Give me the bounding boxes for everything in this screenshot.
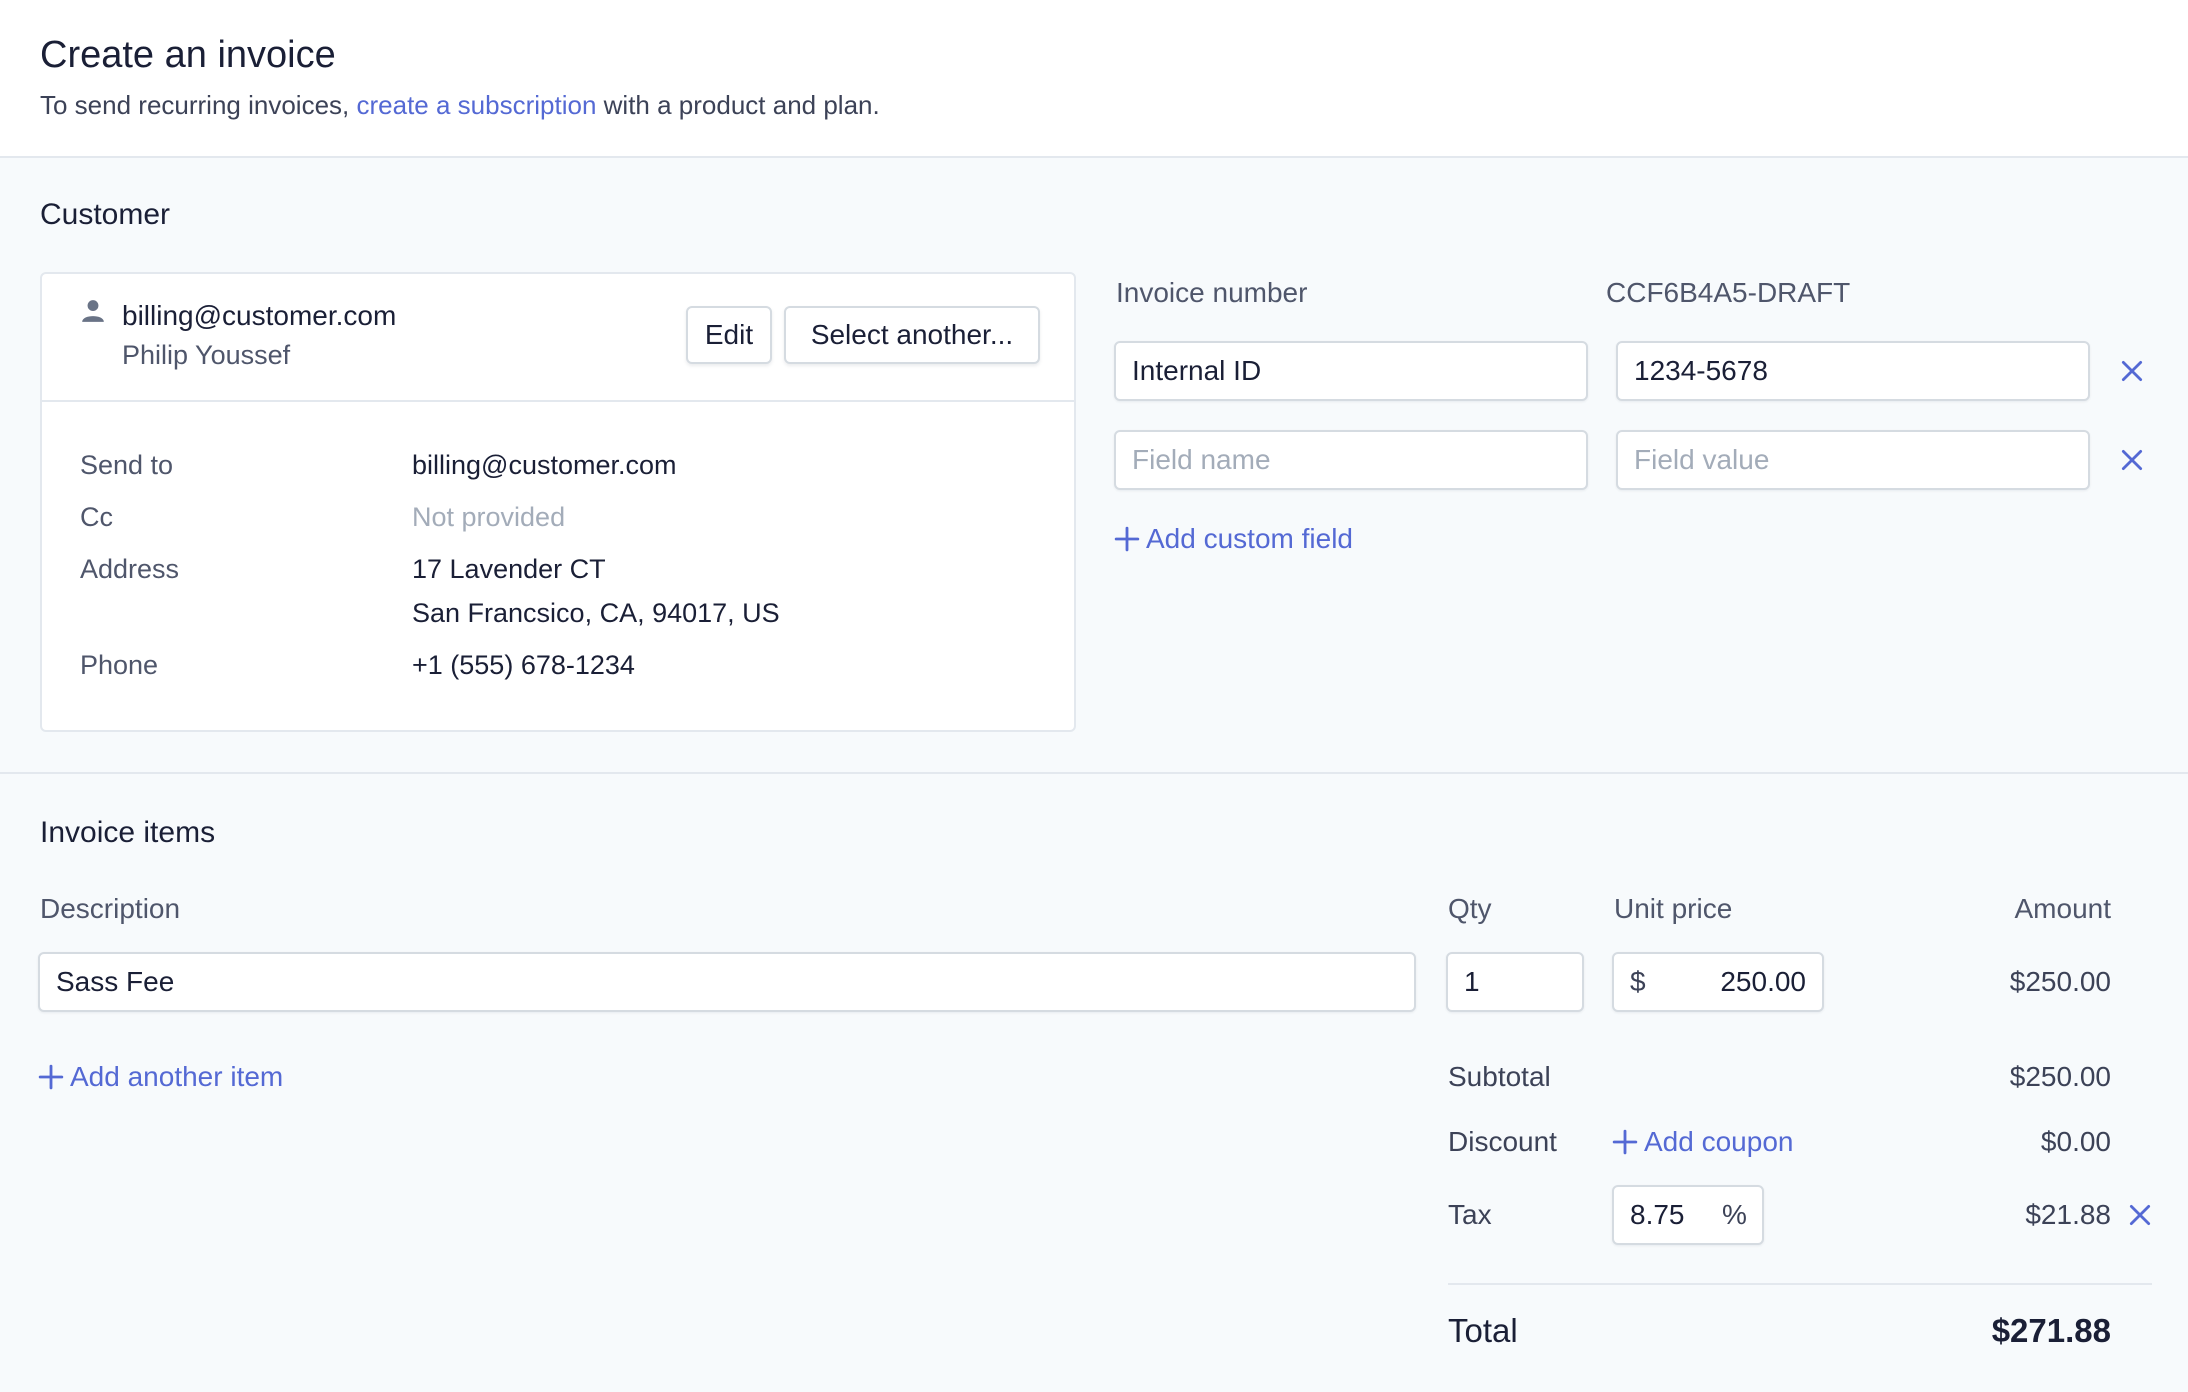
- qty-column-header: Qty: [1448, 893, 1492, 924]
- invoice-number-value: CCF6B4A5-DRAFT: [1606, 277, 1851, 308]
- customer-email: billing@customer.com: [122, 300, 397, 331]
- phone-value: +1 (555) 678-1234: [412, 650, 635, 680]
- page-subtitle: To send recurring invoices, create a sub…: [40, 90, 880, 121]
- unit-price-column-header: Unit price: [1614, 893, 1733, 924]
- amount-column-header: Amount: [2014, 893, 2112, 924]
- subtotal-value: $250.00: [2009, 1061, 2111, 1092]
- item-description-input[interactable]: [38, 952, 1416, 1012]
- tax-label: Tax: [1448, 1199, 1492, 1230]
- add-custom-field-label: Add custom field: [1146, 523, 1353, 554]
- person-icon: [82, 300, 104, 322]
- item-amount: $250.00: [2009, 966, 2111, 997]
- plus-icon: [38, 1064, 64, 1090]
- discount-value: $0.00: [2040, 1126, 2111, 1157]
- custom-field-value-input[interactable]: [1616, 430, 2090, 490]
- invoice-items-section-title: Invoice items: [40, 816, 216, 849]
- custom-field-value-input[interactable]: [1616, 341, 2090, 401]
- invoice-number-label: Invoice number: [1116, 277, 1308, 308]
- total-divider: [1448, 1283, 2152, 1285]
- customer-name: Philip Youssef: [122, 340, 291, 370]
- subtitle-text-before: To send recurring invoices,: [40, 90, 350, 120]
- custom-field-name-input[interactable]: [1114, 341, 1588, 401]
- add-coupon-label: Add coupon: [1644, 1126, 1794, 1157]
- customer-card: billing@customer.com Philip Youssef Edit…: [40, 272, 1076, 732]
- add-custom-field-link[interactable]: Add custom field: [1114, 523, 1353, 555]
- add-another-item-label: Add another item: [70, 1061, 284, 1092]
- subtotal-label: Subtotal: [1448, 1061, 1551, 1092]
- percent-suffix: %: [1722, 1199, 1747, 1230]
- edit-customer-button[interactable]: Edit: [686, 306, 772, 364]
- add-coupon-link[interactable]: Add coupon: [1612, 1126, 1793, 1158]
- select-another-customer-button[interactable]: Select another...: [784, 306, 1040, 364]
- remove-custom-field-icon[interactable]: [2119, 358, 2145, 384]
- tax-value: $21.88: [2025, 1199, 2111, 1230]
- address-line2: San Francsico, CA, 94017, US: [412, 598, 780, 628]
- total-label: Total: [1448, 1312, 1518, 1349]
- send-to-value: billing@customer.com: [412, 450, 677, 480]
- currency-prefix: $: [1630, 966, 1646, 997]
- customer-card-header: billing@customer.com Philip Youssef Edit…: [42, 274, 1074, 402]
- cc-value: Not provided: [412, 502, 566, 532]
- phone-label: Phone: [80, 650, 159, 680]
- section-divider: [0, 772, 2188, 774]
- subtitle-text-after: with a product and plan.: [603, 90, 880, 120]
- create-subscription-link[interactable]: create a subscription: [357, 90, 597, 120]
- customer-section-title: Customer: [40, 198, 171, 231]
- remove-tax-icon[interactable]: [2127, 1202, 2153, 1228]
- page-title: Create an invoice: [40, 34, 336, 76]
- address-label: Address: [80, 554, 180, 584]
- cc-label: Cc: [80, 502, 113, 532]
- discount-label: Discount: [1448, 1126, 1557, 1157]
- custom-field-name-input[interactable]: [1114, 430, 1588, 490]
- page-header: Create an invoice To send recurring invo…: [0, 0, 2188, 158]
- plus-icon: [1612, 1129, 1638, 1155]
- add-another-item-link[interactable]: Add another item: [38, 1061, 283, 1093]
- address-line1: 17 Lavender CT: [412, 554, 606, 584]
- description-column-header: Description: [40, 893, 181, 924]
- send-to-label: Send to: [80, 450, 174, 480]
- total-value: $271.88: [1991, 1312, 2111, 1349]
- remove-custom-field-icon[interactable]: [2119, 447, 2145, 473]
- plus-icon: [1114, 526, 1140, 552]
- item-qty-input[interactable]: [1446, 952, 1584, 1012]
